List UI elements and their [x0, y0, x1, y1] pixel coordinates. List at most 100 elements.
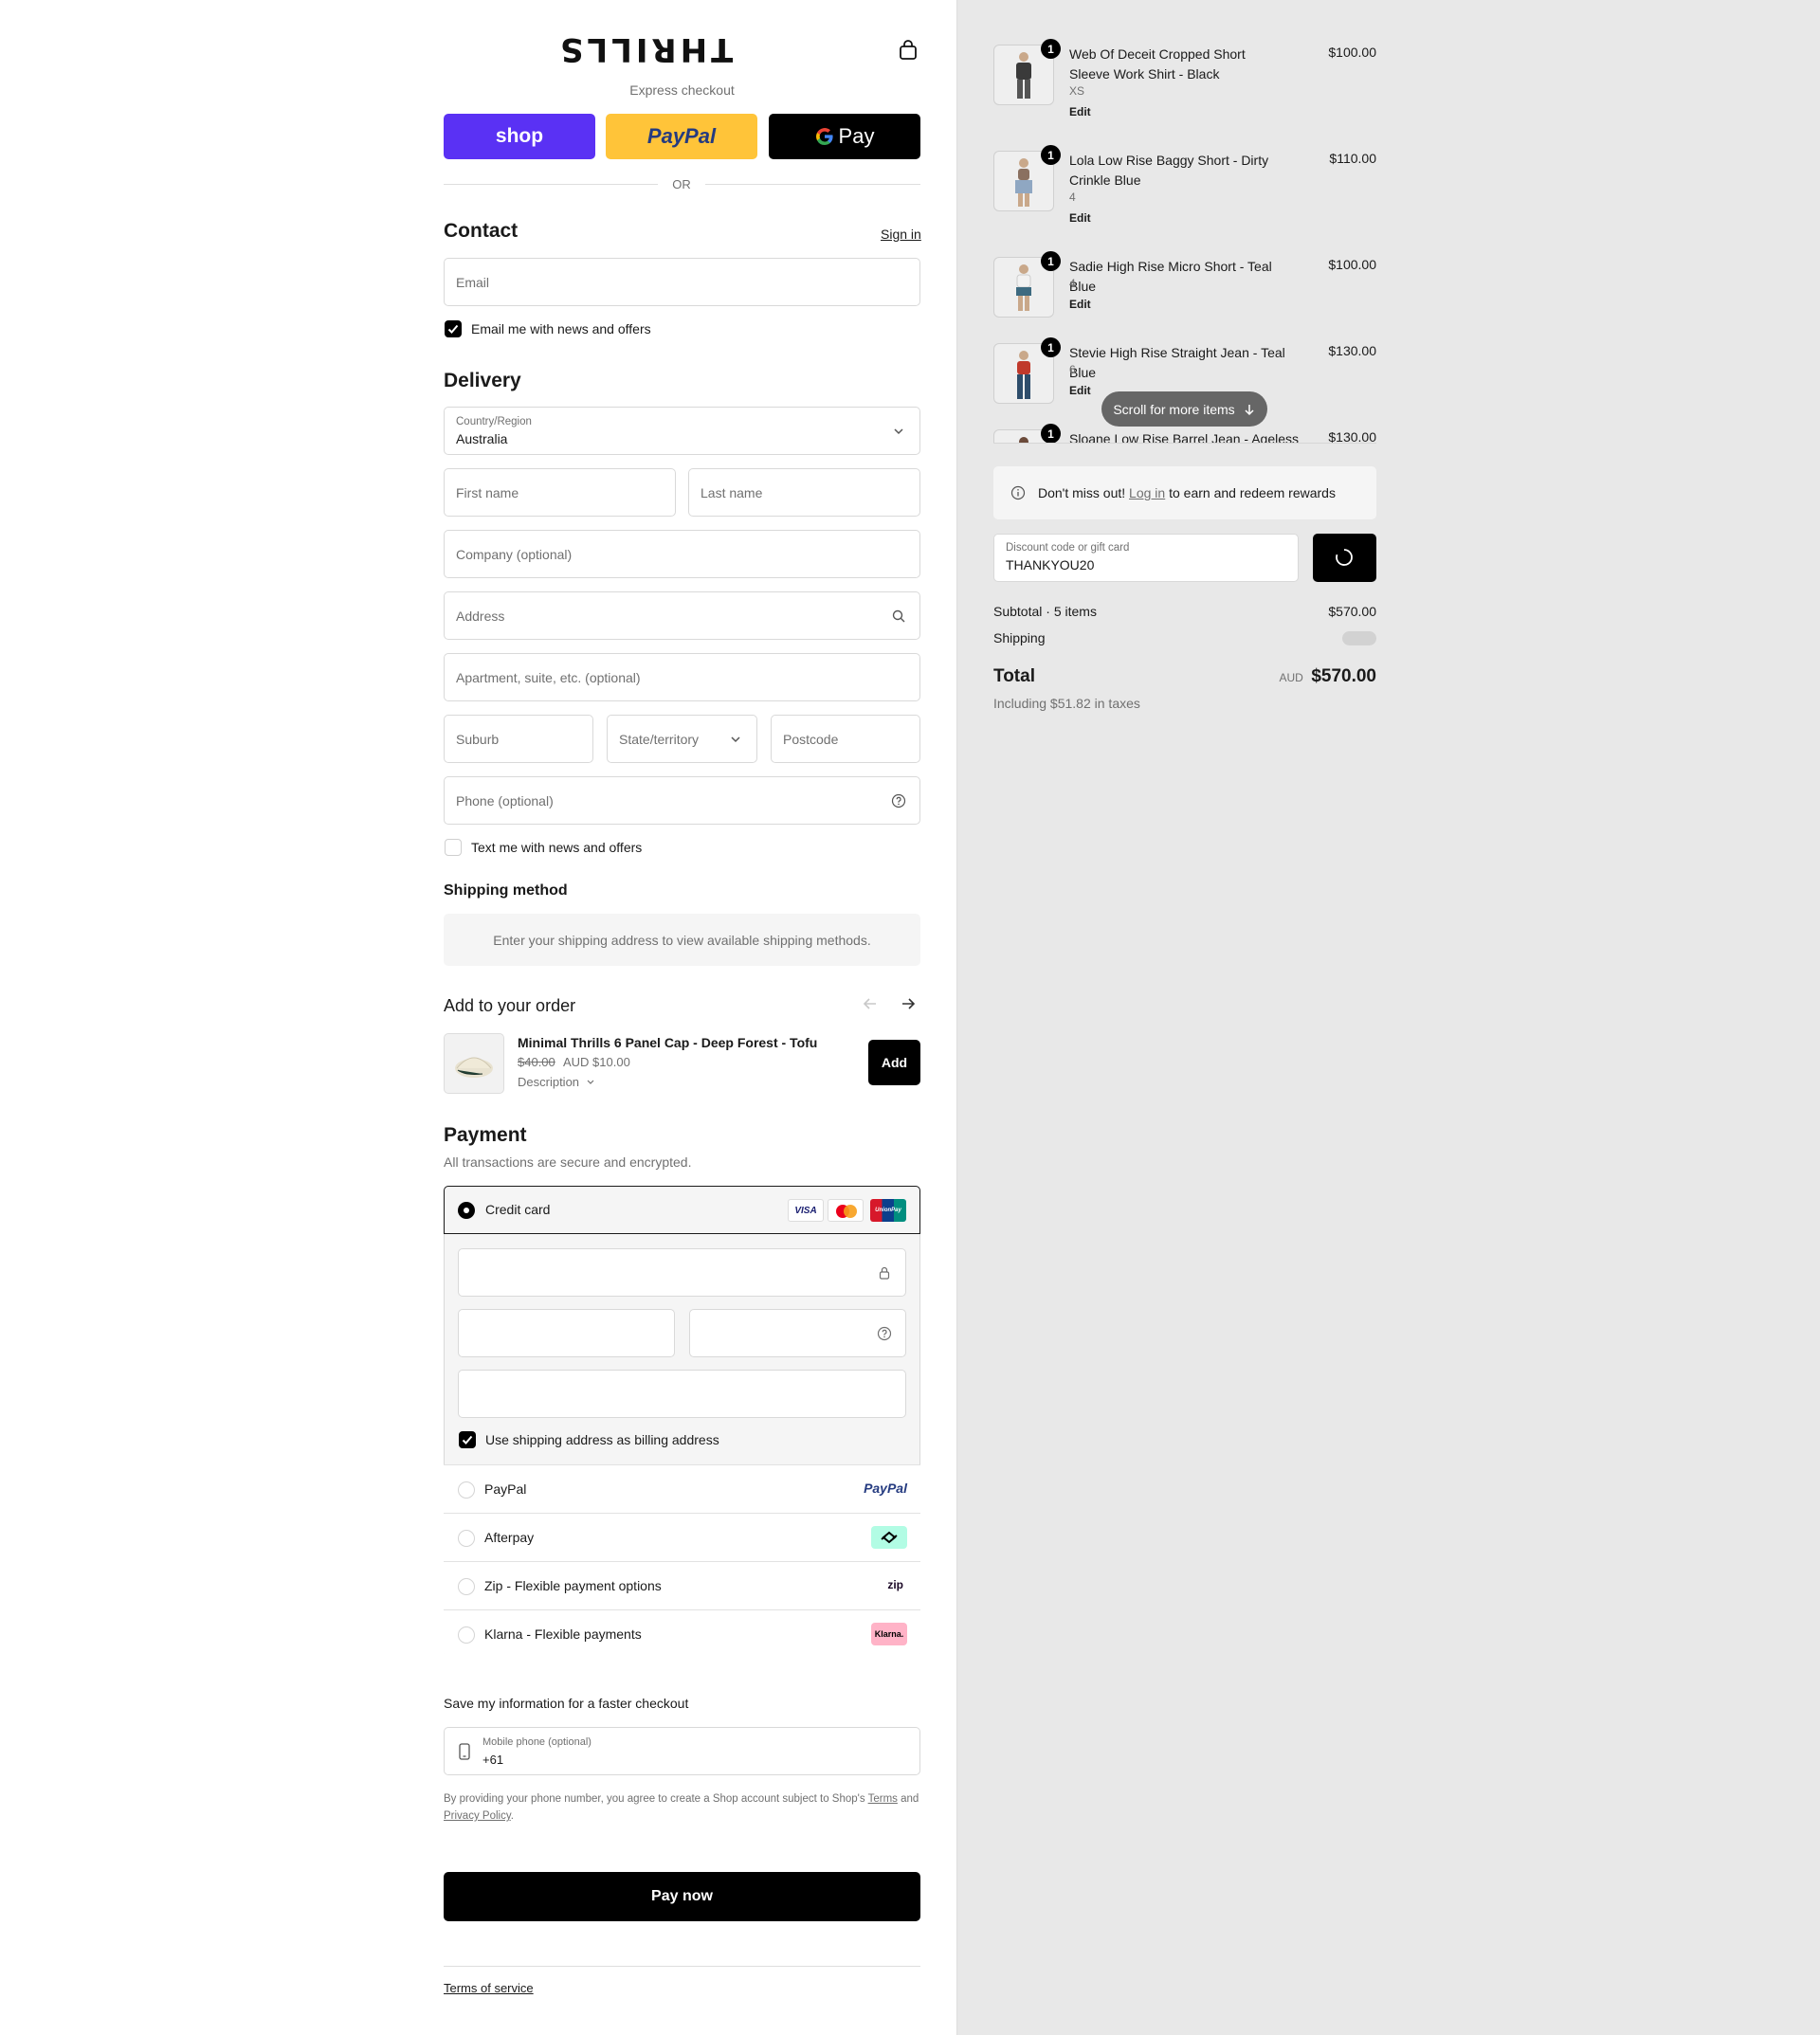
phone-field[interactable]: Phone (optional)	[444, 776, 920, 825]
country-value: Australia	[456, 431, 508, 446]
suburb-field[interactable]: Suburb	[444, 715, 593, 763]
upsell-add-button[interactable]: Add	[868, 1040, 920, 1085]
item-edit-link[interactable]: Edit	[1069, 384, 1091, 397]
quantity-badge: 1	[1041, 39, 1061, 59]
arrow-right-icon[interactable]	[899, 994, 918, 1013]
privacy-policy-link[interactable]: Privacy Policy	[444, 1810, 511, 1822]
log-in-link[interactable]: Log in	[1129, 485, 1165, 500]
upsell-description-toggle[interactable]: Description	[518, 1075, 595, 1089]
total-value: $570.00	[1311, 666, 1376, 686]
footer-divider	[444, 1966, 920, 1967]
shop-disclaimer: By providing your phone number, you agre…	[444, 1790, 920, 1825]
address-field[interactable]: Address	[444, 591, 920, 640]
or-divider-label: OR	[672, 177, 691, 191]
credit-card-radio[interactable]	[458, 1202, 475, 1219]
last-name-field[interactable]: Last name	[688, 468, 920, 517]
klarna-option[interactable]: Klarna - Flexible payments Klarna.	[444, 1609, 920, 1658]
help-circle-icon[interactable]	[877, 1326, 892, 1341]
zip-option[interactable]: Zip - Flexible payment options zip	[444, 1561, 920, 1609]
name-on-card-field[interactable]	[458, 1370, 906, 1418]
email-news-label: Email me with news and offers	[471, 321, 651, 336]
afterpay-option[interactable]: Afterpay	[444, 1513, 920, 1561]
paypal-logo: PayPal	[646, 124, 717, 148]
rewards-banner: Don't miss out! Log in to earn and redee…	[993, 466, 1376, 519]
cart-list-divider	[993, 443, 1376, 444]
help-circle-icon[interactable]	[891, 793, 906, 809]
apply-discount-button[interactable]	[1313, 534, 1376, 582]
paypal-radio[interactable]	[458, 1481, 475, 1499]
scroll-more-label: Scroll for more items	[1113, 401, 1235, 417]
unionpay-badge: UnionPay	[870, 1199, 906, 1222]
rewards-text: Don't miss out! Log in to earn and redee…	[1038, 485, 1336, 500]
zip-radio[interactable]	[458, 1578, 475, 1595]
postcode-field[interactable]: Postcode	[771, 715, 920, 763]
klarna-radio[interactable]	[458, 1626, 475, 1644]
company-field[interactable]: Company (optional)	[444, 530, 920, 578]
billing-address-checkbox[interactable]	[459, 1431, 476, 1448]
card-number-field[interactable]	[458, 1248, 906, 1297]
last-name-placeholder: Last name	[701, 485, 763, 500]
mobile-phone-icon	[459, 1743, 470, 1760]
apartment-field[interactable]: Apartment, suite, etc. (optional)	[444, 653, 920, 701]
item-variant: 4	[1069, 191, 1076, 204]
quantity-badge: 1	[1041, 424, 1061, 444]
search-icon	[892, 609, 905, 623]
cart-item: 1 Web Of Deceit Cropped Short Sleeve Wor…	[993, 39, 1376, 120]
country-select[interactable]: Country/Region Australia	[444, 407, 920, 455]
afterpay-option-label: Afterpay	[484, 1530, 535, 1545]
security-code-field[interactable]	[689, 1309, 906, 1357]
zip-badge: zip	[887, 1578, 903, 1591]
save-info-heading: Save my information for a faster checkou…	[444, 1696, 689, 1711]
payment-subtitle: All transactions are secure and encrypte…	[444, 1154, 692, 1170]
arrow-left-icon[interactable]	[861, 994, 880, 1013]
terms-link[interactable]: Terms	[868, 1793, 898, 1805]
item-name: Web Of Deceit Cropped Short Sleeve Work …	[1069, 46, 1246, 82]
item-variant: 6	[1069, 363, 1076, 376]
disclaimer-period: .	[510, 1810, 514, 1822]
google-pay-button[interactable]: Pay	[769, 114, 920, 159]
item-edit-link[interactable]: Edit	[1069, 298, 1091, 311]
email-news-checkbox[interactable]	[445, 320, 462, 337]
shipping-method-notice: Enter your shipping address to view avai…	[444, 914, 920, 966]
paypal-button[interactable]: PayPal	[606, 114, 757, 159]
scroll-more-button[interactable]: Scroll for more items	[1101, 391, 1267, 427]
item-edit-link[interactable]: Edit	[1069, 211, 1091, 225]
pay-now-button[interactable]: Pay now	[444, 1872, 920, 1921]
paypal-option[interactable]: PayPal PayPal	[444, 1464, 920, 1513]
brand-logo[interactable]: THRILLS	[531, 30, 758, 68]
shop-pay-button[interactable]: shop	[444, 114, 595, 159]
state-select[interactable]: State/territory	[607, 715, 757, 763]
item-edit-link[interactable]: Edit	[1069, 105, 1091, 118]
credit-card-option[interactable]: Credit card VISA UnionPay	[444, 1186, 920, 1234]
taxes-note: Including $51.82 in taxes	[993, 696, 1140, 711]
item-variant: XS	[1069, 84, 1085, 98]
text-news-checkbox[interactable]	[445, 839, 462, 856]
shop-pay-label: shop	[495, 125, 544, 147]
discount-code-field[interactable]: Discount code or gift card THANKYOU20	[993, 534, 1299, 582]
billing-address-label: Use shipping address as billing address	[485, 1432, 719, 1447]
shipping-value-placeholder	[1342, 631, 1376, 645]
google-g-icon	[815, 128, 833, 145]
afterpay-radio[interactable]	[458, 1530, 475, 1547]
upsell-add-label: Add	[881, 1055, 908, 1070]
email-field[interactable]: Email	[444, 258, 920, 306]
unionpay-text: UnionPay	[875, 1208, 901, 1213]
suburb-placeholder: Suburb	[456, 732, 500, 747]
item-price: $130.00	[1328, 343, 1376, 358]
sign-in-link[interactable]: Sign in	[881, 227, 921, 242]
rewards-suffix: to earn and redeem rewards	[1169, 485, 1336, 500]
item-name: Sloane Low Rise Barrel Jean - Ageless	[1069, 431, 1300, 444]
add-to-order-heading: Add to your order	[444, 996, 576, 1015]
total-currency: AUD	[1279, 671, 1303, 684]
cart-bag-icon[interactable]	[899, 40, 918, 61]
disclaimer-and: and	[901, 1793, 919, 1805]
mobile-phone-field[interactable]: Mobile phone (optional) +61	[444, 1727, 920, 1775]
expiry-date-field[interactable]	[458, 1309, 675, 1357]
country-label: Country/Region	[456, 416, 532, 427]
paypal-badge: PayPal	[864, 1481, 907, 1496]
first-name-field[interactable]: First name	[444, 468, 676, 517]
terms-of-service-link[interactable]: Terms of service	[444, 1981, 534, 1995]
gpay-label: Pay	[838, 124, 875, 148]
email-placeholder: Email	[456, 275, 490, 290]
item-price: $100.00	[1328, 257, 1376, 272]
